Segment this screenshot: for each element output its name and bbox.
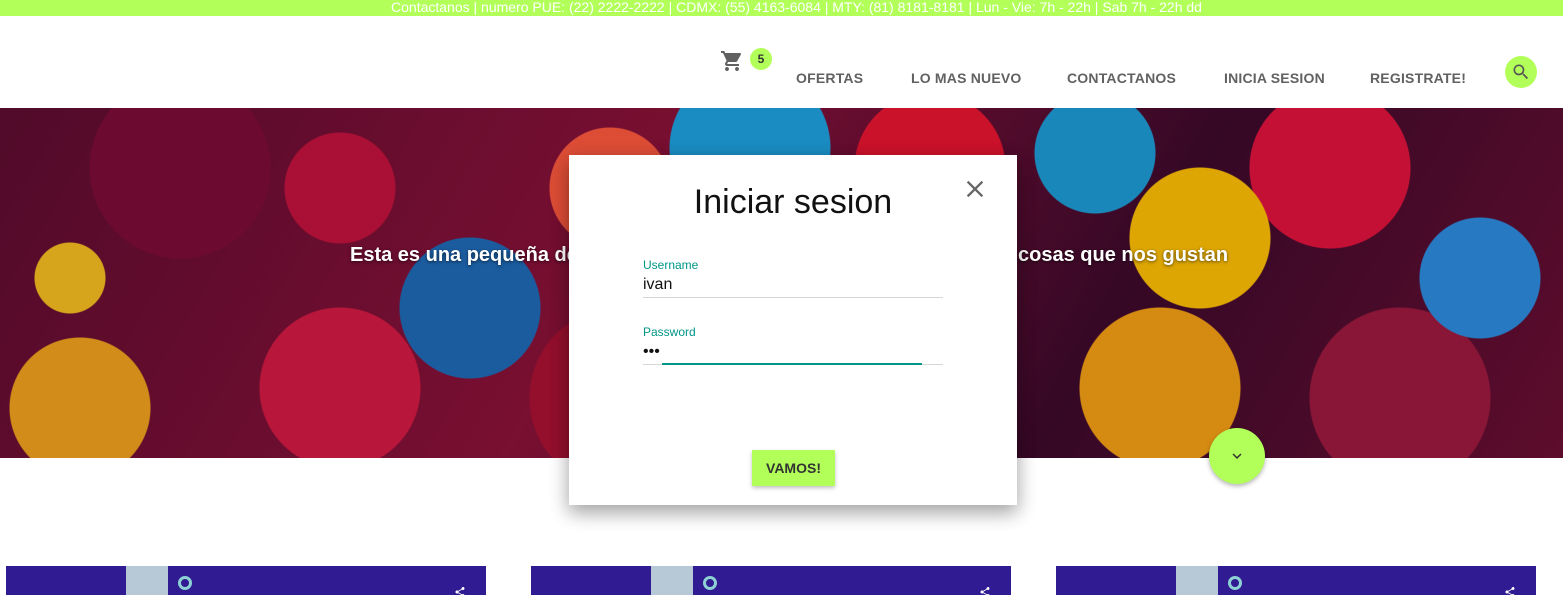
top-navbar — [0, 16, 1563, 108]
nav-link-registrate[interactable]: REGISTRATE! — [1370, 70, 1466, 86]
product-card[interactable] — [531, 566, 1011, 595]
contact-info-bar: Contactanos | numero PUE: (22) 2222-2222… — [0, 0, 1563, 16]
vamos-submit-button[interactable]: VAMOS! — [752, 450, 835, 486]
password-focus-underline — [662, 363, 922, 365]
password-input[interactable] — [643, 339, 943, 365]
username-label: Username — [643, 258, 699, 272]
product-image — [126, 566, 168, 595]
share-icon[interactable] — [454, 586, 466, 595]
login-modal: Iniciar sesion Username Password VAMOS! — [569, 155, 1017, 505]
password-label: Password — [643, 325, 696, 339]
search-icon — [1513, 64, 1529, 80]
share-icon[interactable] — [1504, 586, 1516, 595]
nav-link-inicia-sesion[interactable]: INICIA SESION — [1224, 70, 1325, 86]
product-image-detail — [703, 576, 717, 590]
product-image — [651, 566, 693, 595]
modal-title: Iniciar sesion — [693, 183, 893, 221]
hero-tagline-right: cosas que nos gustan — [1018, 244, 1229, 266]
chevron-down-icon — [1232, 453, 1242, 459]
share-icon[interactable] — [979, 586, 991, 595]
hero-tagline-left: Esta es una pequeña de — [350, 244, 578, 266]
product-image-detail — [178, 576, 192, 590]
product-card[interactable] — [6, 566, 486, 595]
nav-link-contactanos[interactable]: CONTACTANOS — [1067, 70, 1176, 86]
product-card[interactable] — [1056, 566, 1536, 595]
cart-count-badge: 5 — [750, 48, 772, 70]
nav-link-ofertas[interactable]: OFERTAS — [796, 70, 863, 86]
product-image-detail — [1228, 576, 1242, 590]
search-button[interactable] — [1505, 56, 1537, 88]
scroll-down-button[interactable] — [1209, 428, 1265, 484]
shopping-cart-icon[interactable] — [720, 49, 744, 73]
nav-link-lo-mas-nuevo[interactable]: LO MAS NUEVO — [911, 70, 1022, 86]
username-input[interactable] — [643, 272, 943, 298]
product-image — [1176, 566, 1218, 595]
